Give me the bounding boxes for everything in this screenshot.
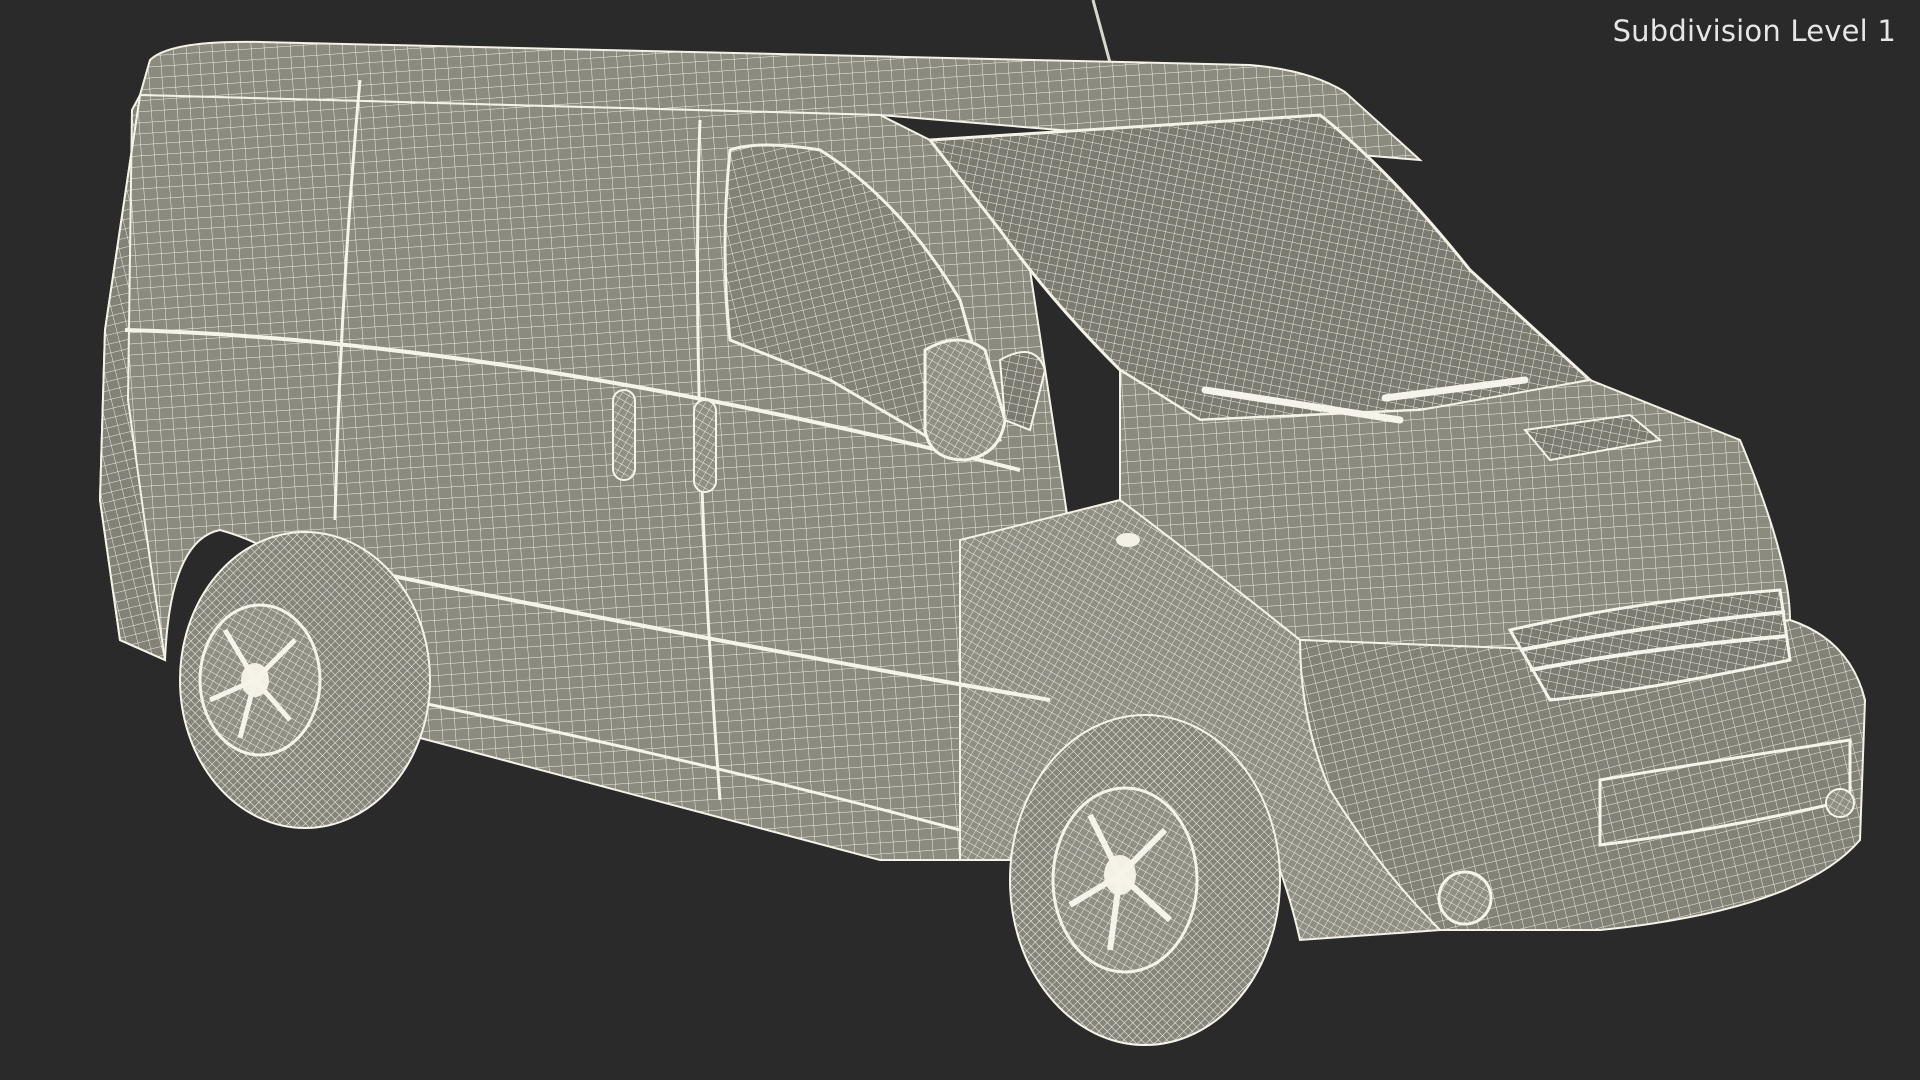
door-handle (612, 389, 636, 481)
fog-light (1825, 788, 1855, 818)
fog-light (1437, 870, 1493, 926)
door-handle (693, 399, 717, 493)
subdivision-level-label: Subdivision Level 1 (1612, 14, 1896, 48)
antenna (1091, 0, 1114, 71)
rear-wheel (179, 531, 431, 829)
side-marker (1116, 533, 1140, 547)
van-wireframe-model (98, 0, 1867, 1046)
front-wheel (1009, 714, 1281, 1046)
3d-viewport[interactable]: Subdivision Level 1 (0, 0, 1920, 1080)
